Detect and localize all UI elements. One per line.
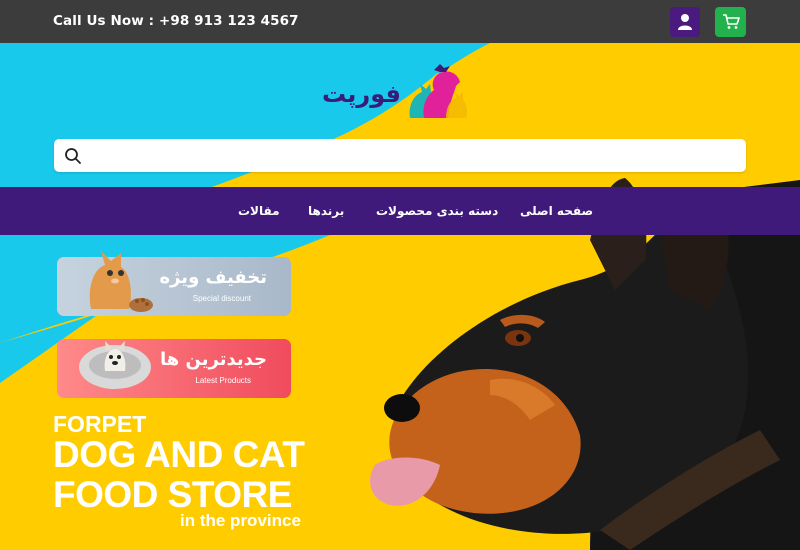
logo-text: فورپت (322, 80, 401, 108)
promo-title: تخفیف ویژه (159, 267, 267, 288)
kitten-food-image (89, 251, 153, 312)
main-navigation: صفحه اصلی دسته بندی محصولات برندها مقالا… (0, 187, 800, 235)
dog-bed-image (79, 341, 151, 389)
nav-product-categories[interactable]: دسته بندی محصولات (376, 204, 498, 218)
hero-subline: in the province (180, 511, 301, 530)
nav-articles[interactable]: مقالات (238, 204, 280, 218)
search-bar[interactable] (54, 139, 746, 172)
search-icon[interactable] (64, 147, 82, 165)
hero-headline-line1: DOG AND CAT (53, 434, 305, 475)
site-logo[interactable]: فورپت (318, 58, 478, 120)
search-input[interactable] (90, 139, 740, 172)
user-account-button[interactable] (670, 7, 700, 37)
phone-number[interactable]: Call Us Now : +98 913 123 4567 (53, 13, 299, 29)
nav-brands[interactable]: برندها (308, 204, 344, 218)
promo-subtitle: Special discount (192, 294, 251, 303)
user-icon (678, 14, 692, 30)
promo-special-discount[interactable]: تخفیف ویژه Special discount (57, 251, 291, 316)
pets-logo-icon (409, 64, 467, 118)
cart-icon (722, 14, 740, 29)
cart-button[interactable] (715, 7, 746, 37)
top-bar: Call Us Now : +98 913 123 4567 (0, 0, 800, 43)
promo-subtitle: Latest Products (195, 376, 251, 385)
nav-home[interactable]: صفحه اصلی (520, 204, 593, 218)
promo-latest-products[interactable]: جدیدترین ها Latest Products (57, 339, 291, 398)
hero-headline-line2: FOOD STORE (53, 474, 292, 515)
promo-title: جدیدترین ها (160, 349, 267, 370)
